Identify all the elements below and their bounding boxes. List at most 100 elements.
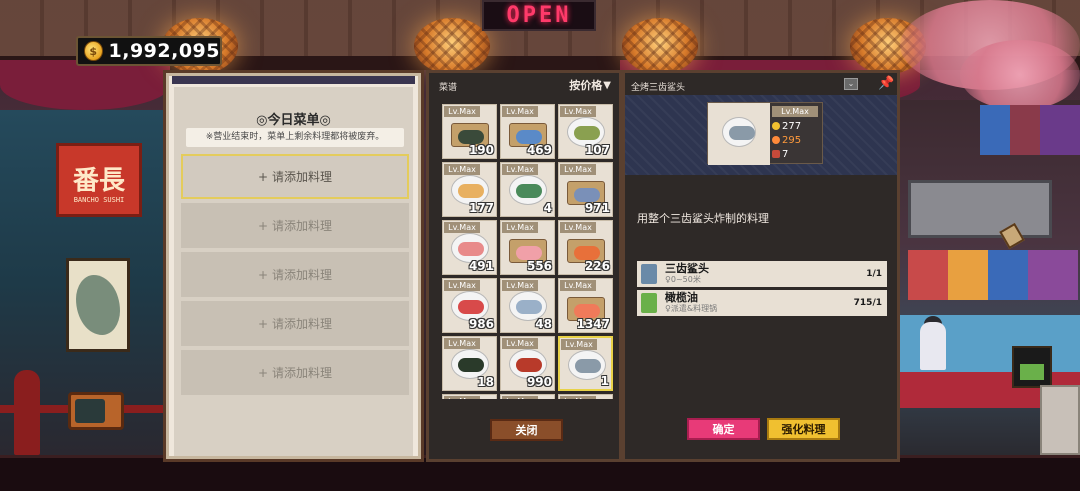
- dish-food: [458, 130, 484, 144]
- recipe-item[interactable]: Lv.Max 4: [500, 162, 555, 217]
- stock-count: 48: [535, 317, 552, 331]
- level-tag: Lv.Max: [502, 338, 538, 349]
- collapse-icon[interactable]: ⌄: [844, 78, 858, 90]
- recipe-item[interactable]: Lv.Max 469: [500, 104, 555, 159]
- ingredient-icon: [641, 293, 657, 313]
- recipe-item[interactable]: Lv.Max 990: [500, 336, 555, 391]
- stock-count: 226: [584, 259, 610, 273]
- level-tag: Lv.Max: [560, 106, 596, 117]
- recipe-item[interactable]: Lv.Max 190: [442, 104, 497, 159]
- shop-sign-subtext: BANCHO SUSHI: [73, 196, 125, 204]
- recipe-item[interactable]: Lv.Max 226: [558, 220, 613, 275]
- stock-count: 190: [468, 143, 494, 157]
- upgrade-dish-button[interactable]: 强化料理: [767, 418, 840, 440]
- dish-stats-card: Lv.Max 277 295 7: [707, 102, 823, 165]
- recipe-item[interactable]: Lv.Max 1347: [558, 278, 613, 333]
- dish-food: [516, 246, 542, 260]
- recipe-item[interactable]: Lv.Max 48: [500, 278, 555, 333]
- plus-icon: +: [257, 316, 269, 331]
- todays-menu-panel: ◎今日菜单◎ ※营业结束时，菜单上剩余料理都将被废弃。 + 请添加料理 + 请添加料理…: [163, 70, 424, 462]
- recipe-item[interactable]: Lv.Max: [558, 394, 613, 399]
- close-button[interactable]: 关闭: [490, 419, 563, 441]
- dish-food: [574, 304, 600, 318]
- sort-label: 按价格: [569, 79, 603, 92]
- sort-by-price-button[interactable]: 按价格 ▼: [569, 77, 611, 93]
- plus-icon: +: [257, 267, 269, 282]
- recipe-item[interactable]: Lv.Max 971: [558, 162, 613, 217]
- recipe-panel: 菜谱 按价格 ▼ Lv.Max 190 Lv.Max 469 Lv.Max 107 Lv.M…: [426, 70, 622, 462]
- price-value: 277: [782, 120, 802, 132]
- recipe-item[interactable]: Lv.Max: [442, 394, 497, 399]
- plus-icon: +: [257, 218, 269, 233]
- pin-icon[interactable]: 📌: [878, 76, 894, 91]
- dish-description: 用整个三齿鲨头炸制的料理: [637, 212, 769, 225]
- taste-value: 295: [782, 134, 802, 146]
- ingredient-shelf: [908, 250, 1078, 300]
- ingredient-text: 三齿鲨头 ♀0~50米: [665, 263, 866, 285]
- dish-food: [458, 358, 484, 372]
- dish-image: [708, 103, 770, 165]
- coin-counter: $ 1,992,095: [76, 36, 222, 66]
- taste-icon: [772, 136, 780, 144]
- stock-count: 18: [477, 375, 494, 389]
- lantern-icon: [414, 18, 490, 74]
- red-lamp-post: [14, 370, 40, 455]
- dish-food: [574, 246, 600, 260]
- dish-food: [574, 188, 600, 202]
- confirm-button[interactable]: 确定: [687, 418, 760, 440]
- recipe-item[interactable]: Lv.Max: [500, 394, 555, 399]
- recipe-item[interactable]: Lv.Max 177: [442, 162, 497, 217]
- stock-count: 1: [600, 374, 609, 388]
- dish-food: [458, 300, 484, 314]
- recipe-item[interactable]: Lv.Max 1: [558, 336, 613, 391]
- ingredient-source: ♀派遣&料理锅: [665, 304, 718, 313]
- dish-food: [458, 184, 484, 198]
- price-stat: 277: [772, 119, 822, 133]
- ingredient-shelf: [980, 105, 1080, 155]
- add-dish-slot[interactable]: + 请添加料理: [181, 301, 409, 346]
- level-tag: Lv.Max: [444, 280, 480, 291]
- level-tag: Lv.Max: [444, 164, 480, 175]
- add-dish-label: 请添加料理: [272, 170, 333, 184]
- dish-food: [574, 126, 600, 140]
- dish-icon: [509, 175, 547, 205]
- ingredient-row[interactable]: 橄榄油 ♀派遣&料理锅 715/1: [637, 290, 887, 316]
- ingredient-text: 橄榄油 ♀派遣&料理锅: [665, 292, 854, 314]
- dish-food: [458, 242, 484, 256]
- stock-count: 469: [526, 143, 552, 157]
- shark-head-dish-icon: [722, 117, 756, 147]
- menu-title: ◎今日菜单◎: [256, 113, 331, 128]
- recipe-item[interactable]: Lv.Max 986: [442, 278, 497, 333]
- ingredient-name: 橄榄油: [665, 291, 698, 304]
- recipe-grid: Lv.Max 190 Lv.Max 469 Lv.Max 107 Lv.Max 177 Lv.M…: [442, 104, 616, 399]
- dish-level: Lv.Max: [772, 106, 818, 117]
- stock-count: 990: [526, 375, 552, 389]
- retro-tv-icon: [68, 392, 124, 430]
- detail-header-area: Lv.Max 277 295 7: [625, 95, 897, 175]
- open-sign-text: OPEN: [506, 3, 572, 28]
- recipe-item[interactable]: Lv.Max 18: [442, 336, 497, 391]
- add-dish-slot[interactable]: + 请添加料理: [181, 350, 409, 395]
- recipe-panel-title: 菜谱: [439, 83, 458, 93]
- add-dish-label: 请添加料理: [272, 219, 333, 233]
- stock-count: 107: [584, 143, 610, 157]
- add-dish-slot[interactable]: + 请添加料理: [181, 154, 409, 199]
- curtain-left: [0, 60, 170, 110]
- dish-food: [516, 358, 542, 372]
- recipe-item[interactable]: Lv.Max 107: [558, 104, 613, 159]
- recipe-item[interactable]: Lv.Max 556: [500, 220, 555, 275]
- score-stat: 7: [772, 147, 822, 161]
- recipe-item[interactable]: Lv.Max 491: [442, 220, 497, 275]
- dish-stats: Lv.Max 277 295 7: [772, 106, 822, 161]
- level-tag: Lv.Max: [502, 106, 538, 117]
- add-dish-slot[interactable]: + 请添加料理: [181, 252, 409, 297]
- ingredient-row[interactable]: 三齿鲨头 ♀0~50米 1/1: [637, 261, 887, 287]
- level-tag: Lv.Max: [502, 222, 538, 233]
- chef-character: [920, 322, 946, 370]
- plus-icon: +: [257, 169, 269, 184]
- coin-icon: [772, 122, 780, 130]
- level-tag: Lv.Max: [502, 396, 538, 399]
- ingredient-count: 715/1: [853, 298, 882, 308]
- level-tag: Lv.Max: [561, 339, 597, 350]
- add-dish-slot[interactable]: + 请添加料理: [181, 203, 409, 248]
